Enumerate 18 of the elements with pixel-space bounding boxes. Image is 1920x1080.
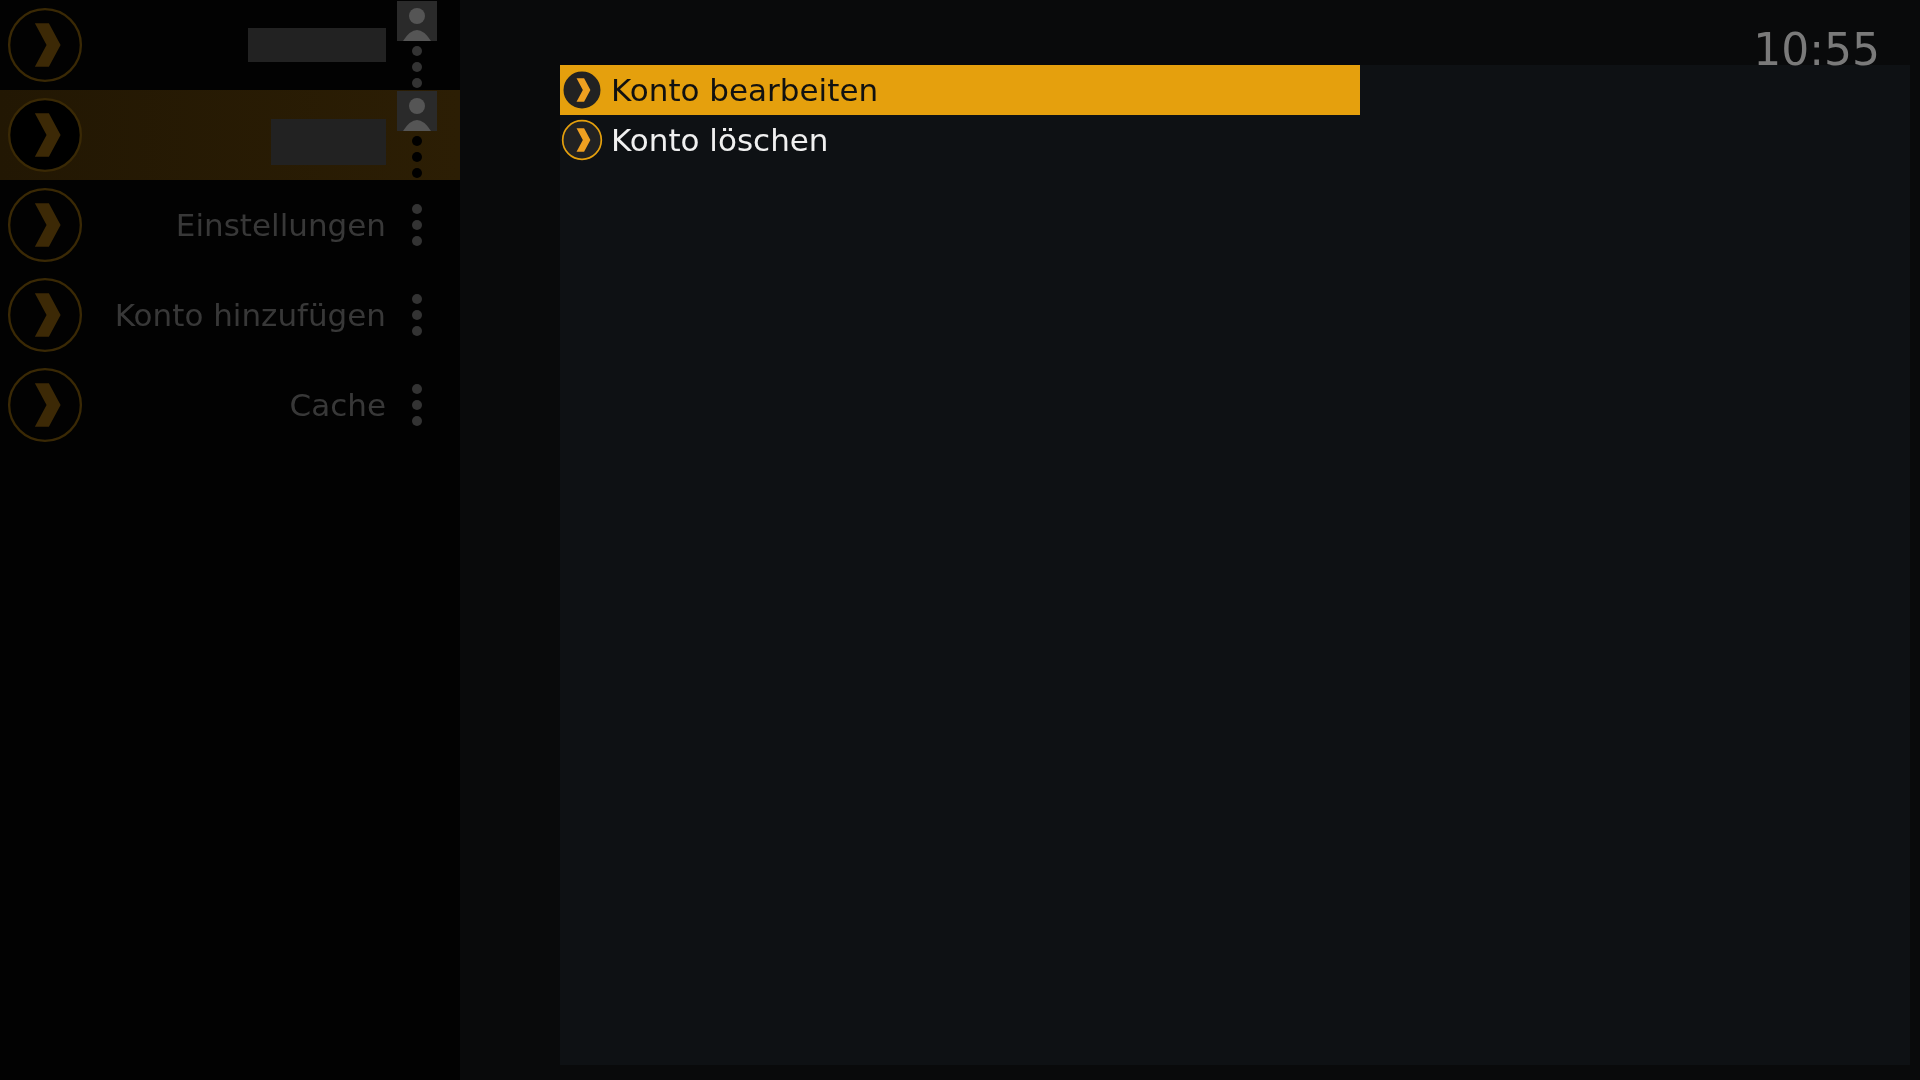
more-icon[interactable] xyxy=(411,383,423,427)
more-icon[interactable] xyxy=(411,135,423,179)
more-icon[interactable] xyxy=(411,45,423,89)
more-icon[interactable] xyxy=(411,203,423,247)
chevron-icon xyxy=(6,366,84,444)
chevron-icon xyxy=(6,6,84,84)
clock: 10:55 xyxy=(1753,24,1880,75)
chevron-icon xyxy=(6,186,84,264)
menu-item[interactable]: Konto bearbeiten xyxy=(560,65,1360,115)
chevron-icon xyxy=(561,119,603,161)
more-icon[interactable] xyxy=(411,293,423,337)
chevron-icon xyxy=(6,276,84,354)
avatar-icon xyxy=(397,91,437,131)
avatar-icon xyxy=(397,1,437,41)
chevron-icon xyxy=(561,69,603,111)
sidebar-item[interactable] xyxy=(0,90,460,180)
menu-item[interactable]: Konto löschen xyxy=(560,115,1360,165)
chevron-icon xyxy=(6,96,84,174)
